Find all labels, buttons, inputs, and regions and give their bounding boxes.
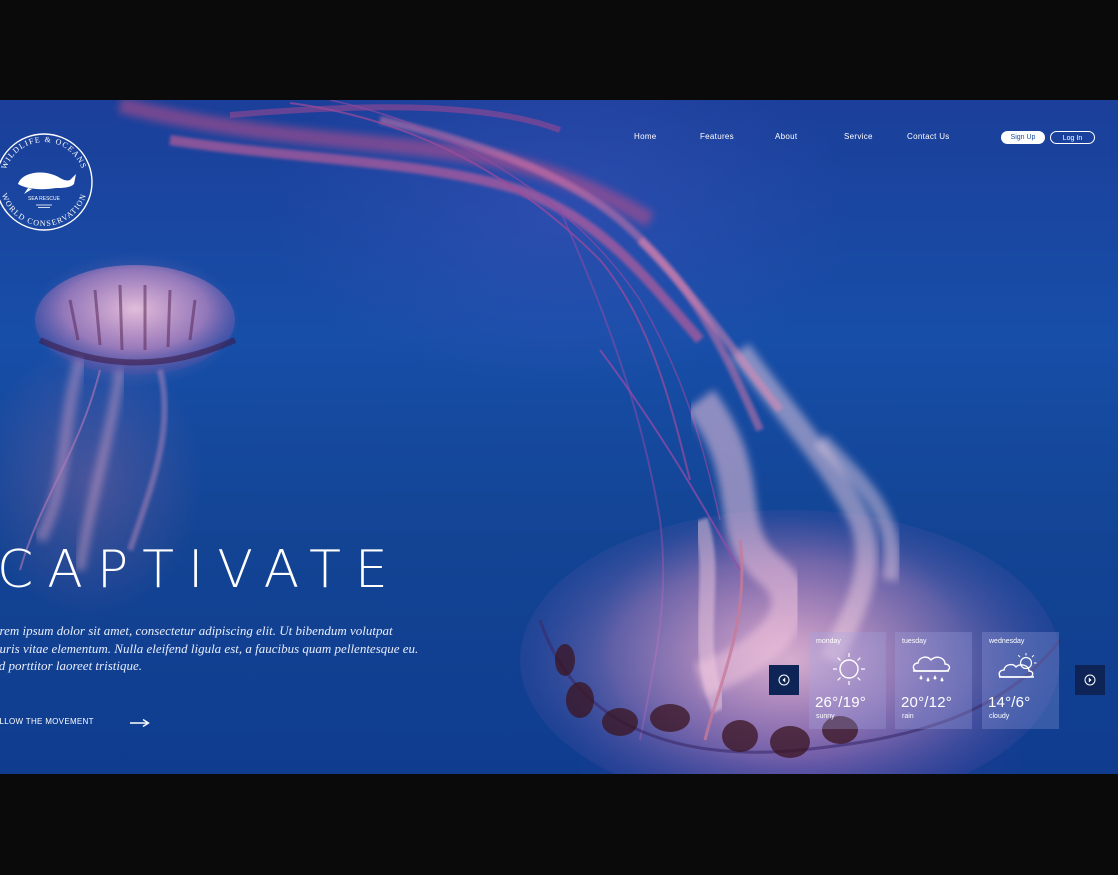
weather-condition: cloudy	[989, 713, 1010, 720]
weather-day: monday	[816, 638, 841, 645]
chevron-left-circle-icon	[778, 674, 790, 686]
weather-temperature: 26°/19°	[815, 694, 866, 711]
weather-day: tuesday	[902, 638, 927, 645]
weather-next-button[interactable]	[1075, 665, 1105, 695]
hero-description-line: ed porttitor laoreet tristique.	[0, 658, 143, 673]
arrow-right-icon[interactable]	[130, 719, 150, 727]
nav-item-features[interactable]: Features	[700, 132, 734, 141]
weather-condition: sunny	[816, 713, 835, 720]
nav-item-contact-us[interactable]: Contact Us	[907, 132, 950, 141]
weather-temperature: 14°/6°	[988, 694, 1031, 711]
hero-description-line: auris vitae elementum. Nulla eleifend li…	[0, 640, 419, 656]
rain-cloud-icon	[912, 656, 951, 682]
weather-card-wednesday[interactable]: wednesday 14°/6° cloudy	[982, 632, 1059, 729]
weather-condition: rain	[902, 713, 914, 720]
svg-text:SEA RESCUE: SEA RESCUE	[28, 196, 61, 202]
nav-item-about[interactable]: About	[775, 132, 797, 141]
sun-icon	[833, 653, 865, 685]
log-in-button[interactable]: Log In	[1050, 131, 1095, 144]
weather-temperature: 20°/12°	[901, 694, 952, 711]
hero-description: orem ipsum dolor sit amet, consectetur a…	[0, 622, 423, 675]
weather-card-tuesday[interactable]: tuesday 20°/12° rain	[895, 632, 972, 729]
hero-section: WILDLIFE & OCEANS WORLD CONSERVATION SEA…	[0, 100, 1118, 774]
hero-description-line: orem ipsum dolor sit amet, consectetur a…	[0, 623, 393, 638]
sign-up-button[interactable]: Sign Up	[1001, 131, 1045, 144]
follow-movement-link[interactable]: OLLOW THE MOVEMENT	[0, 717, 94, 729]
weather-card-monday[interactable]: monday 26°/19° sunny	[809, 632, 886, 729]
nav-item-service[interactable]: Service	[844, 132, 873, 141]
nav-item-home[interactable]: Home	[634, 132, 657, 141]
cloud-sun-icon	[998, 653, 1037, 678]
hero-title: CAPTIVATE	[0, 540, 402, 600]
main-nav: Home Features About Service Contact Us	[0, 132, 1118, 146]
weather-prev-button[interactable]	[769, 665, 799, 695]
chevron-right-circle-icon	[1084, 674, 1096, 686]
weather-day: wednesday	[989, 638, 1025, 645]
